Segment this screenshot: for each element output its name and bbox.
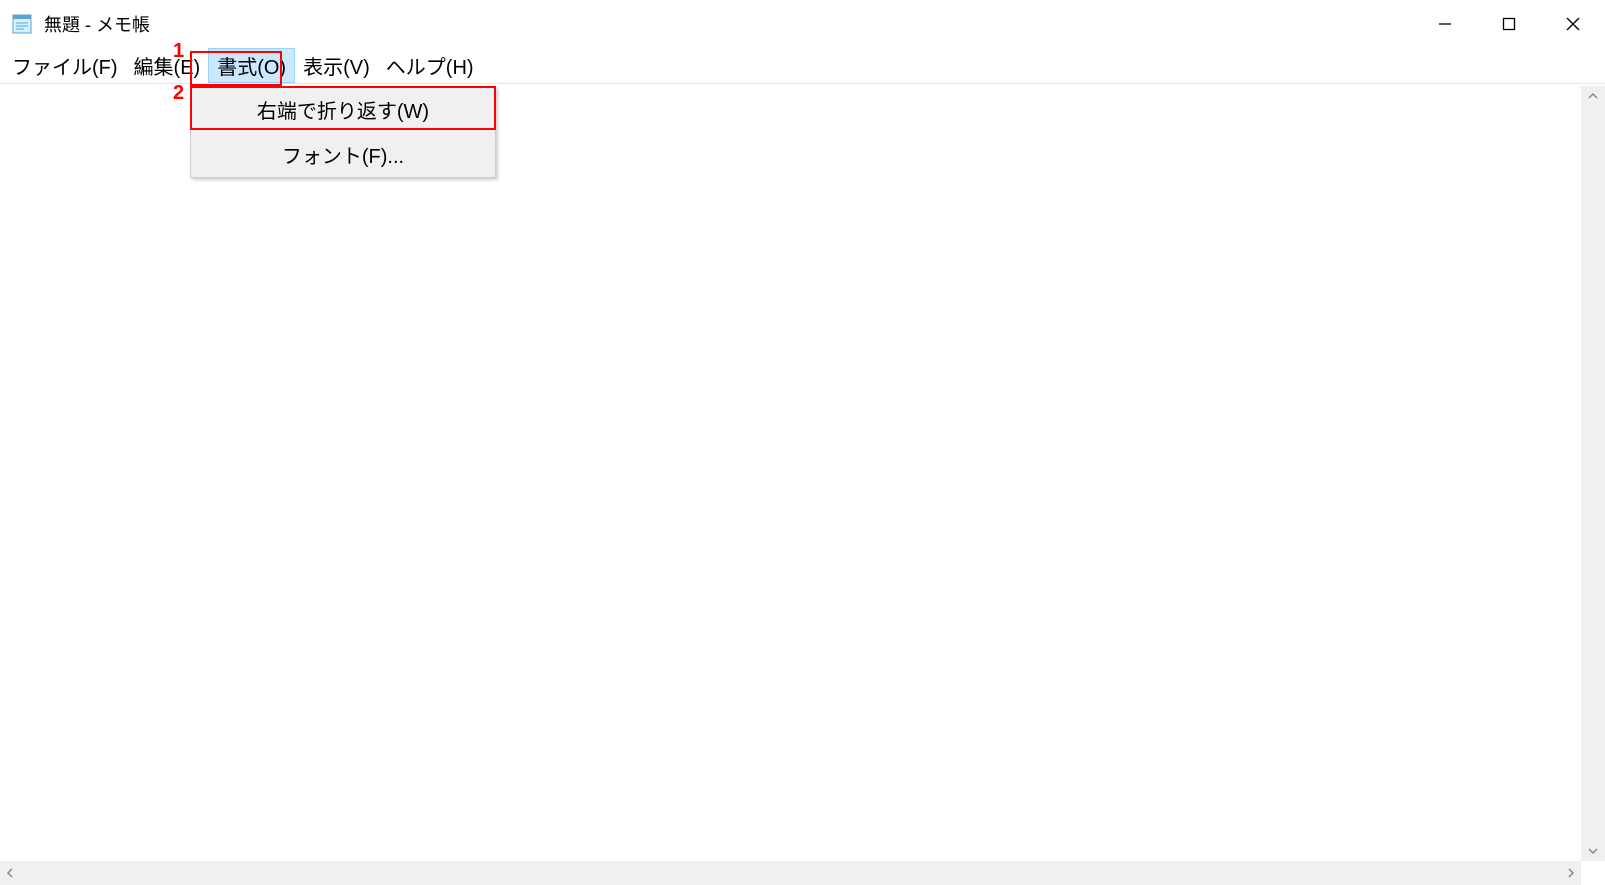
menu-help[interactable]: ヘルプ(H) xyxy=(378,48,482,83)
window-controls xyxy=(1413,0,1605,48)
annotation-marker-1: 1 xyxy=(173,40,184,63)
menu-view[interactable]: 表示(V) xyxy=(295,48,378,83)
maximize-button[interactable] xyxy=(1477,0,1541,48)
minimize-button[interactable] xyxy=(1413,0,1477,48)
scroll-right-icon[interactable] xyxy=(1561,863,1581,883)
notepad-icon xyxy=(10,12,34,36)
dropdown-item-wordwrap[interactable]: 右端で折り返す(W) xyxy=(191,87,495,132)
format-dropdown: 右端で折り返す(W) フォント(F)... xyxy=(190,86,496,178)
vertical-scrollbar[interactable] xyxy=(1581,86,1605,861)
text-area[interactable] xyxy=(0,86,1581,861)
window-title: 無題 - メモ帳 xyxy=(44,11,150,37)
titlebar: 無題 - メモ帳 xyxy=(0,0,1605,48)
scroll-up-icon[interactable] xyxy=(1583,86,1603,106)
horizontal-scrollbar[interactable] xyxy=(0,861,1581,885)
scroll-left-icon[interactable] xyxy=(0,863,20,883)
menu-edit[interactable]: 編集(E) xyxy=(126,48,209,83)
menu-format[interactable]: 書式(O) xyxy=(208,48,295,83)
close-button[interactable] xyxy=(1541,0,1605,48)
scroll-down-icon[interactable] xyxy=(1583,841,1603,861)
menu-file[interactable]: ファイル(F) xyxy=(4,48,126,83)
dropdown-item-font[interactable]: フォント(F)... xyxy=(191,132,495,177)
annotation-marker-2: 2 xyxy=(173,82,184,105)
menubar: ファイル(F) 編集(E) 書式(O) 表示(V) ヘルプ(H) xyxy=(0,48,1605,84)
